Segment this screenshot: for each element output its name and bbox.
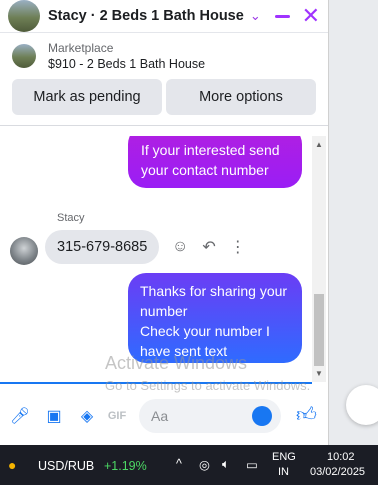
emoji-icon[interactable] <box>252 406 272 426</box>
message-input[interactable]: Aa <box>139 399 281 433</box>
more-actions-icon[interactable]: ⋮ <box>230 237 246 257</box>
chat-title[interactable]: Stacy · 2 Beds 1 Bath House <box>48 8 244 24</box>
close-icon[interactable]: ✕ <box>302 5 320 27</box>
chat-header: Stacy · 2 Beds 1 Bath House ⌄ ✕ <box>0 0 328 33</box>
marketplace-card[interactable]: Marketplace $910 - 2 Beds 1 Bath House <box>0 33 328 77</box>
react-icon[interactable]: ☺ <box>172 238 188 256</box>
mark-as-pending-button[interactable]: Mark as pending <box>12 79 162 115</box>
reply-icon[interactable]: ↶ <box>202 237 215 257</box>
ticker-symbol[interactable]: USD/RUB <box>38 459 94 473</box>
language-region[interactable]: IN <box>278 466 289 478</box>
listing-thumbnail <box>12 44 36 68</box>
taskbar: ● USD/RUB +1.19% ^ ◎ 🔈︎ ▭ ENG IN 10:02 0… <box>0 445 378 485</box>
scroll-down-icon[interactable]: ▼ <box>315 369 323 378</box>
message-placeholder: Aa <box>151 408 169 424</box>
sender-name: Stacy <box>57 212 85 224</box>
chevron-down-icon[interactable]: ⌄ <box>250 8 261 24</box>
divider <box>0 125 328 126</box>
ticker-change[interactable]: +1.19% <box>104 459 147 473</box>
thumbs-up-icon[interactable]: 👍︎ <box>296 403 317 427</box>
minimize-icon[interactable] <box>274 14 290 18</box>
scroll-up-icon[interactable]: ▲ <box>315 140 323 149</box>
sticker-icon[interactable]: ◈ <box>77 406 97 426</box>
microphone-icon[interactable]: 🎤︎ <box>10 406 30 426</box>
chat-window: Stacy · 2 Beds 1 Bath House ⌄ ✕ Marketpl… <box>0 0 328 445</box>
watermark-subtitle: Go to Settings to activate Windows. <box>105 378 311 393</box>
camera-icon[interactable]: ◎ <box>199 457 210 472</box>
coins-icon[interactable]: ● <box>8 457 16 473</box>
chevron-up-icon[interactable]: ^ <box>176 457 182 471</box>
photo-icon[interactable]: ▣ <box>44 406 64 426</box>
outgoing-message: If your interested send your contact num… <box>128 136 302 188</box>
message-list: If your interested send your contact num… <box>0 136 312 382</box>
network-icon[interactable]: ▭ <box>246 457 258 472</box>
gif-icon[interactable]: GIF <box>107 406 127 426</box>
listing-avatar[interactable] <box>8 0 40 32</box>
marketplace-label: Marketplace <box>48 41 114 55</box>
watermark-title: Activate Windows <box>105 353 248 373</box>
new-message-button[interactable] <box>346 385 378 425</box>
more-options-button[interactable]: More options <box>166 79 316 115</box>
listing-title: $910 - 2 Beds 1 Bath House <box>48 57 206 71</box>
scroll-thumb[interactable] <box>314 294 324 366</box>
message-line: Thanks for sharing your number <box>140 283 288 319</box>
sender-avatar[interactable] <box>10 237 38 265</box>
incoming-message: 315-679-8685 <box>45 230 160 264</box>
clock-date[interactable]: 03/02/2025 <box>310 466 365 478</box>
outgoing-message: Thanks for sharing your number Check you… <box>128 273 302 363</box>
clock-time[interactable]: 10:02 <box>327 451 355 463</box>
speaker-icon[interactable]: 🔈︎ <box>222 457 230 472</box>
language-code[interactable]: ENG <box>272 451 296 463</box>
scrollbar[interactable]: ▲ ▼ <box>312 136 326 382</box>
